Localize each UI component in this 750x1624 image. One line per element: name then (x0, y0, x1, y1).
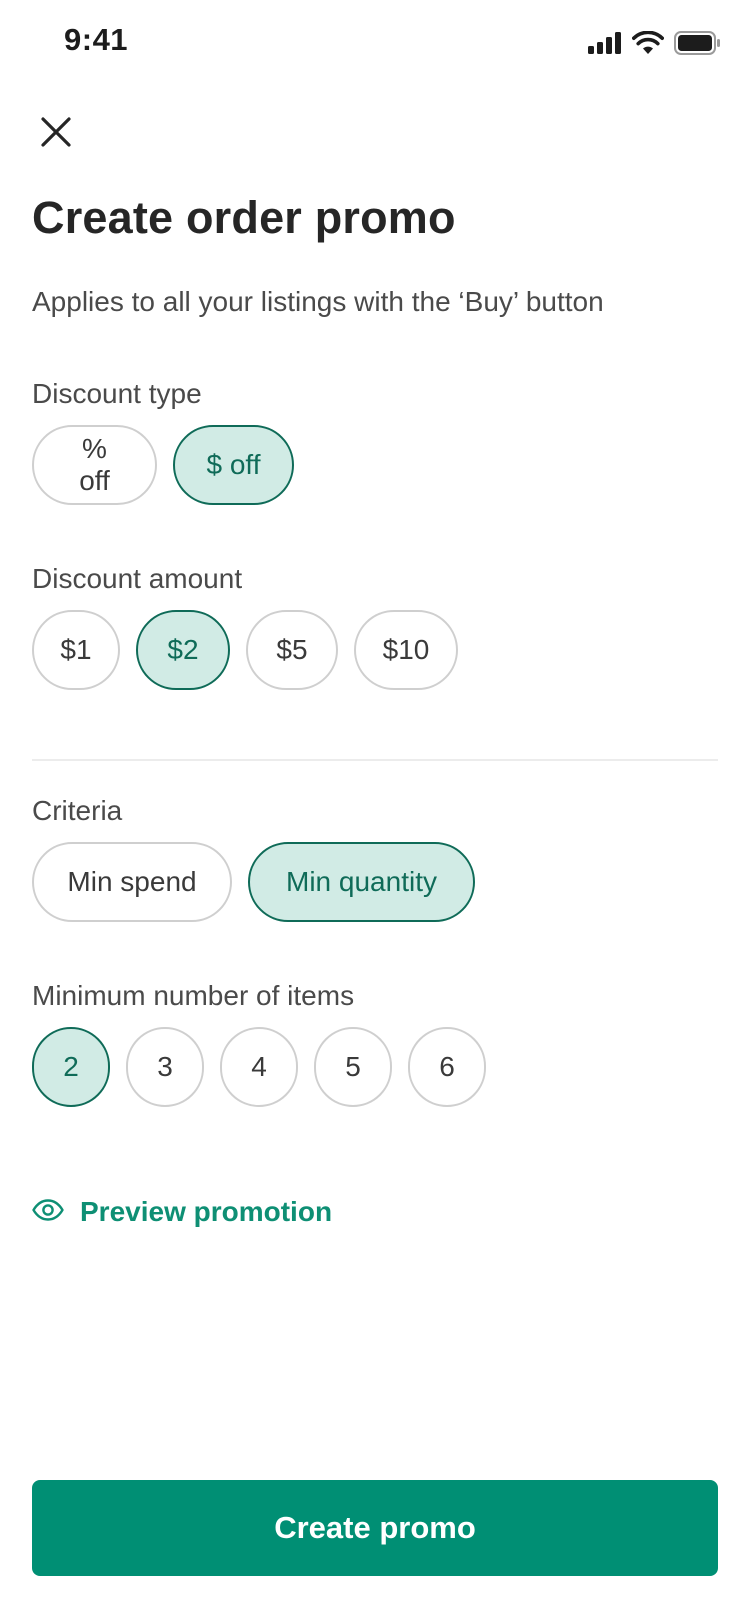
preview-promotion-link[interactable]: Preview promotion (32, 1196, 332, 1228)
chip-amount-10[interactable]: $10 (354, 610, 458, 690)
criteria-options: Min spend Min quantity (32, 842, 475, 922)
status-time: 9:41 (64, 22, 129, 57)
chip-min-spend[interactable]: Min spend (32, 842, 232, 922)
chip-dollar-off[interactable]: $ off (173, 425, 294, 505)
discount-amount-options: $1 $2 $5 $10 (32, 610, 458, 690)
discount-type-label: Discount type (32, 378, 202, 409)
status-bar: 9:41 (0, 0, 750, 90)
chip-items-2[interactable]: 2 (32, 1027, 110, 1107)
min-items-options: 2 3 4 5 6 (32, 1027, 486, 1107)
criteria-label: Criteria (32, 795, 123, 826)
chip-percent-off[interactable]: % off (32, 425, 157, 505)
battery-icon (674, 30, 720, 60)
section-divider (32, 759, 718, 761)
page-subtitle: Applies to all your listings with the ‘B… (32, 286, 604, 317)
chip-items-3[interactable]: 3 (126, 1027, 204, 1107)
chip-amount-2[interactable]: $2 (136, 610, 230, 690)
chip-items-6[interactable]: 6 (408, 1027, 486, 1107)
close-icon (41, 116, 71, 152)
page-title: Create order promo (32, 192, 456, 243)
chip-min-quantity[interactable]: Min quantity (248, 842, 475, 922)
discount-type-options: % off $ off (32, 425, 294, 505)
chip-items-4[interactable]: 4 (220, 1027, 298, 1107)
chip-amount-1[interactable]: $1 (32, 610, 120, 690)
min-items-label: Minimum number of items (32, 980, 355, 1011)
create-promo-button[interactable]: Create promo (32, 1480, 718, 1576)
discount-amount-label: Discount amount (32, 563, 243, 594)
chip-items-5[interactable]: 5 (314, 1027, 392, 1107)
chip-amount-5[interactable]: $5 (246, 610, 338, 690)
wifi-icon (632, 30, 664, 60)
eye-icon (32, 1198, 64, 1226)
status-icons (588, 30, 720, 60)
close-button[interactable] (34, 112, 78, 156)
cellular-signal-icon (588, 31, 622, 59)
preview-promotion-label: Preview promotion (80, 1196, 333, 1227)
